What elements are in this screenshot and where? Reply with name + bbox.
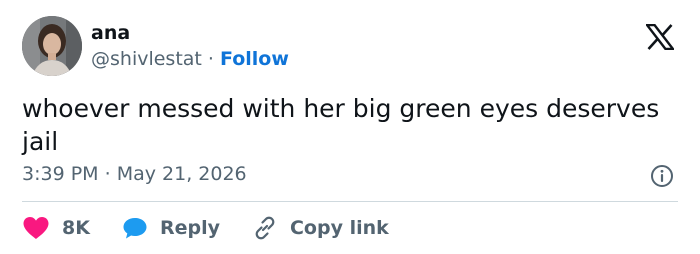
x-logo-icon[interactable]	[646, 24, 674, 50]
handle-row: @shivlestat · Follow	[91, 48, 289, 70]
heart-icon	[23, 217, 49, 239]
tweet-time: 3:39 PM	[22, 163, 99, 185]
reply-button[interactable]: Reply	[122, 216, 220, 240]
separator-dot: ·	[207, 48, 214, 70]
copy-link-button[interactable]: Copy link	[252, 215, 389, 241]
speech-bubble-icon	[123, 218, 147, 239]
display-name[interactable]: ana	[91, 22, 130, 44]
link-icon	[255, 216, 275, 240]
tweet-text: whoever messed with her big green eyes d…	[22, 94, 660, 156]
like-button[interactable]: 8K	[22, 216, 90, 240]
avatar[interactable]	[22, 16, 82, 76]
tweet-card: ana @shivlestat · Follow whoever messed …	[0, 0, 700, 254]
like-count: 8K	[62, 217, 90, 239]
copy-link-label: Copy link	[289, 217, 389, 239]
reply-label: Reply	[159, 217, 220, 239]
avatar-photo	[22, 16, 82, 76]
tweet-date: May 21, 2026	[116, 163, 247, 185]
tweet-timestamp[interactable]: 3:39 PM · May 21, 2026	[22, 163, 247, 185]
follow-button[interactable]: Follow	[220, 48, 289, 70]
info-icon[interactable]	[650, 164, 674, 188]
user-handle[interactable]: @shivlestat	[91, 48, 202, 70]
tweet-actions: 8K Reply Copy link	[22, 214, 421, 242]
timestamp-separator: ·	[104, 163, 111, 185]
divider	[22, 201, 678, 202]
